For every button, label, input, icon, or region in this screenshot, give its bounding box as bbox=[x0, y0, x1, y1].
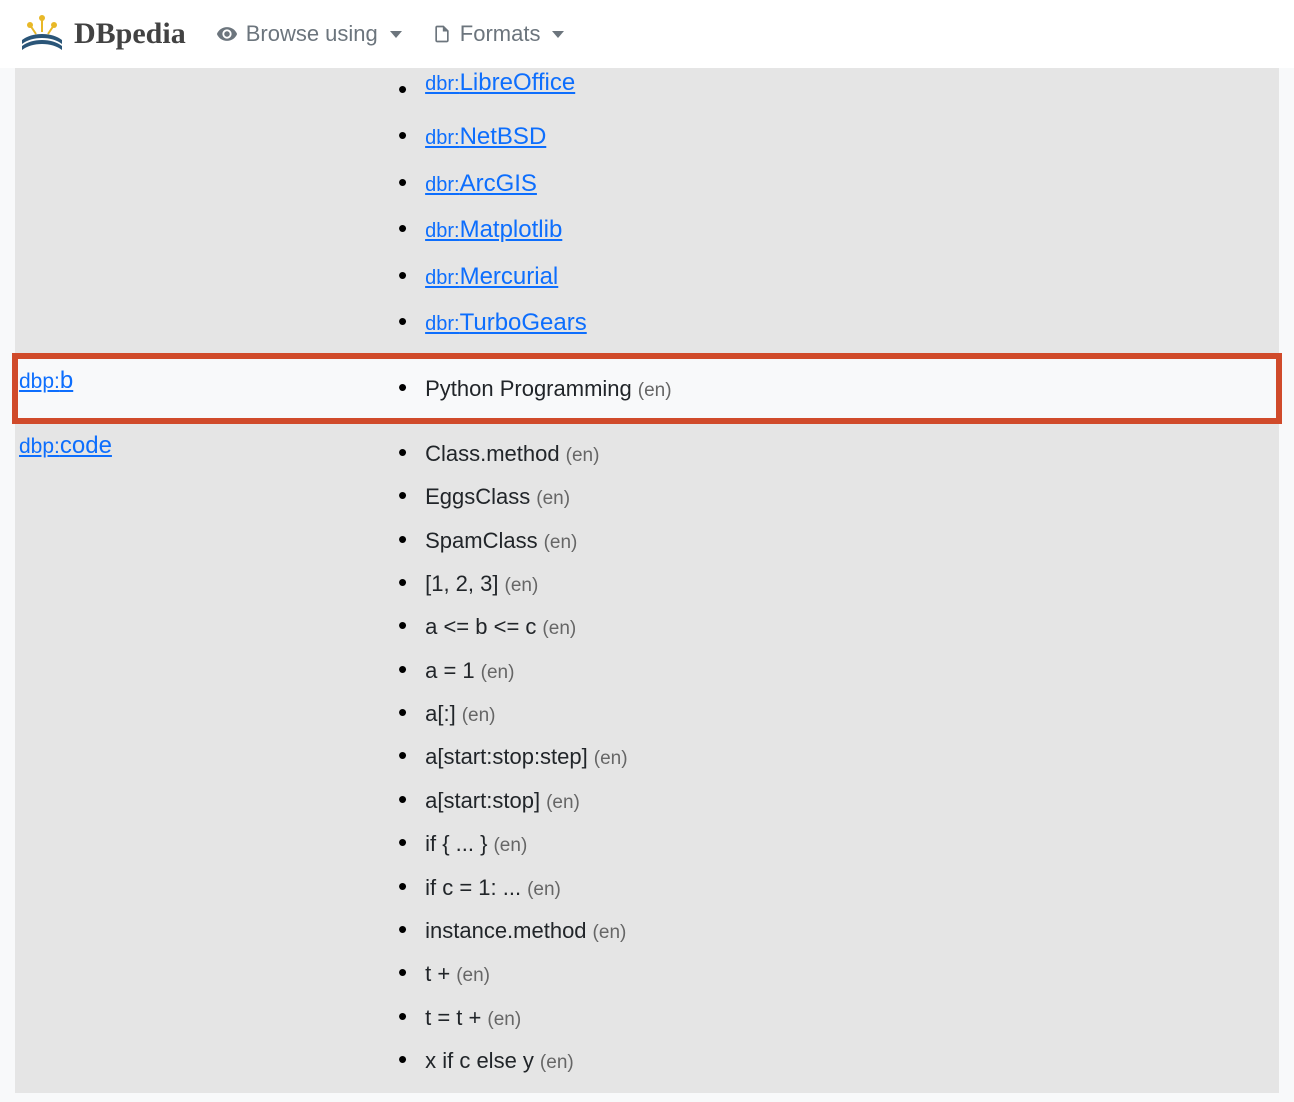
value-cell: Class.method(en)EggsClass(en)SpamClass(e… bbox=[370, 422, 1279, 1093]
list-item: dbr:ArcGIS bbox=[374, 161, 1275, 207]
lang-tag: (en) bbox=[481, 658, 515, 688]
resource-link[interactable]: dbr:NetBSD bbox=[425, 118, 546, 156]
lang-tag: (en) bbox=[638, 376, 672, 406]
list-item: a[start:stop](en) bbox=[374, 779, 1275, 822]
list-item: t = t +(en) bbox=[374, 996, 1275, 1039]
list-item: a <= b <= c(en) bbox=[374, 605, 1275, 648]
lang-tag: (en) bbox=[566, 441, 600, 471]
resource-link[interactable]: dbr:ArcGIS bbox=[425, 165, 537, 203]
navbar: DBpedia Browse using Formats bbox=[0, 0, 1294, 68]
formats-menu[interactable]: Formats bbox=[432, 21, 565, 47]
property-link-b[interactable]: dbp:b bbox=[19, 370, 73, 393]
document-icon bbox=[432, 23, 452, 45]
list-item: dbr:Mercurial bbox=[374, 254, 1275, 300]
lang-tag: (en) bbox=[505, 571, 539, 601]
property-cell: dbp:b bbox=[15, 357, 370, 420]
resource-link[interactable]: dbr:LibreOffice bbox=[425, 64, 575, 102]
literal-value: a = 1 bbox=[425, 653, 475, 688]
browse-label: Browse using bbox=[246, 21, 378, 47]
eye-icon bbox=[216, 23, 238, 45]
literal-value: [1, 2, 3] bbox=[425, 566, 498, 601]
chevron-down-icon bbox=[390, 31, 402, 38]
table-row: dbr:LibreOffice dbr:NetBSD dbr:ArcGIS dbr:M… bbox=[15, 68, 1279, 356]
list-item: a[start:stop:step](en) bbox=[374, 735, 1275, 778]
list-item: dbr:LibreOffice bbox=[374, 68, 1275, 114]
lang-tag: (en) bbox=[456, 961, 490, 991]
brand-text: DBpedia bbox=[74, 17, 186, 51]
list-item: t +(en) bbox=[374, 952, 1275, 995]
literal-value: EggsClass bbox=[425, 479, 530, 514]
literal-value: t + bbox=[425, 956, 450, 991]
lang-tag: (en) bbox=[544, 528, 578, 558]
property-cell: dbp:code bbox=[15, 422, 370, 1093]
literal-value: a <= b <= c bbox=[425, 609, 536, 644]
literal-value: Python Programming bbox=[425, 371, 632, 406]
dbpedia-logo-icon bbox=[20, 12, 64, 56]
lang-tag: (en) bbox=[493, 831, 527, 861]
value-cell: dbr:LibreOffice dbr:NetBSD dbr:ArcGIS dbr:M… bbox=[370, 68, 1279, 356]
browse-using-menu[interactable]: Browse using bbox=[216, 21, 402, 47]
lang-tag: (en) bbox=[542, 614, 576, 644]
table-row: dbp:code Class.method(en)EggsClass(en)Sp… bbox=[15, 421, 1279, 1093]
list-item: dbr:TurboGears bbox=[374, 300, 1275, 346]
resource-link[interactable]: dbr:Matplotlib bbox=[425, 211, 562, 249]
list-item: x if c else y(en) bbox=[374, 1039, 1275, 1082]
chevron-down-icon bbox=[552, 31, 564, 38]
formats-label: Formats bbox=[460, 21, 541, 47]
list-item: a = 1(en) bbox=[374, 649, 1275, 692]
lang-tag: (en) bbox=[536, 484, 570, 514]
literal-value: Class.method bbox=[425, 436, 560, 471]
list-item: dbr:NetBSD bbox=[374, 114, 1275, 160]
lang-tag: (en) bbox=[462, 701, 496, 731]
nav-links: Browse using Formats bbox=[216, 21, 565, 47]
resource-link[interactable]: dbr:TurboGears bbox=[425, 304, 587, 342]
list-item: a[:](en) bbox=[374, 692, 1275, 735]
list-item: instance.method(en) bbox=[374, 909, 1275, 952]
literal-value: x if c else y bbox=[425, 1043, 534, 1078]
literal-value: SpamClass bbox=[425, 523, 537, 558]
property-link-code[interactable]: dbp:code bbox=[19, 435, 112, 458]
list-item: SpamClass(en) bbox=[374, 519, 1275, 562]
literal-value: t = t + bbox=[425, 1000, 481, 1035]
literal-value: a[start:stop:step] bbox=[425, 739, 588, 774]
list-item: if { ... }(en) bbox=[374, 822, 1275, 865]
lang-tag: (en) bbox=[540, 1048, 574, 1078]
lang-tag: (en) bbox=[594, 744, 628, 774]
lang-tag: (en) bbox=[487, 1005, 521, 1035]
literal-value: if { ... } bbox=[425, 826, 487, 861]
lang-tag: (en) bbox=[527, 875, 561, 905]
list-item: EggsClass(en) bbox=[374, 475, 1275, 518]
list-item: [1, 2, 3](en) bbox=[374, 562, 1275, 605]
logo[interactable]: DBpedia bbox=[20, 12, 186, 56]
list-item: Class.method(en) bbox=[374, 432, 1275, 475]
table-row-highlighted: dbp:b Python Programming(en) bbox=[15, 356, 1279, 420]
lang-tag: (en) bbox=[593, 918, 627, 948]
resource-link[interactable]: dbr:Mercurial bbox=[425, 258, 558, 296]
value-cell: Python Programming(en) bbox=[370, 357, 1279, 420]
literal-value: if c = 1: ... bbox=[425, 870, 521, 905]
list-item: Python Programming(en) bbox=[374, 367, 1275, 410]
property-table: dbr:LibreOffice dbr:NetBSD dbr:ArcGIS dbr:M… bbox=[15, 68, 1279, 1093]
literal-value: a[:] bbox=[425, 696, 456, 731]
list-item: if c = 1: ...(en) bbox=[374, 866, 1275, 909]
literal-value: a[start:stop] bbox=[425, 783, 540, 818]
property-cell bbox=[15, 68, 370, 356]
list-item: dbr:Matplotlib bbox=[374, 207, 1275, 253]
lang-tag: (en) bbox=[546, 788, 580, 818]
literal-value: instance.method bbox=[425, 913, 586, 948]
